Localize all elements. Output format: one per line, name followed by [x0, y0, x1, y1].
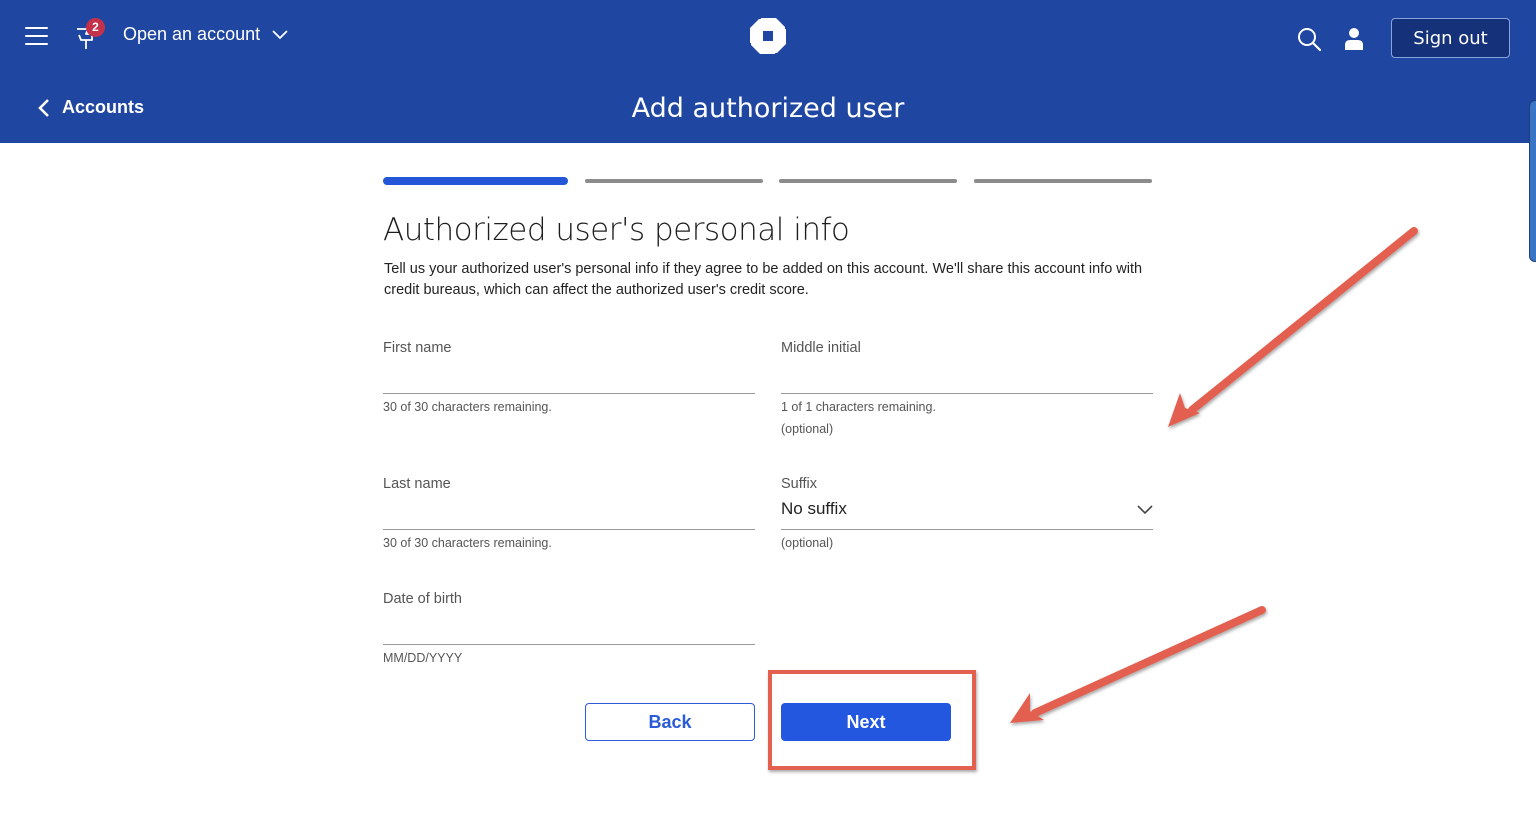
middle-initial-input[interactable] — [781, 365, 1153, 393]
suffix-select[interactable]: No suffix — [781, 496, 1153, 528]
first-name-label: First name — [383, 340, 452, 356]
person-icon[interactable] — [1343, 27, 1365, 51]
middle-initial-underline — [781, 393, 1153, 394]
date-of-birth-format-hint: MM/DD/YYYY — [383, 651, 463, 665]
first-name-input[interactable] — [383, 365, 755, 393]
middle-initial-label: Middle initial — [781, 340, 861, 356]
suffix-underline — [781, 529, 1153, 530]
open-account-label: Open an account — [123, 24, 261, 44]
annotation-arrow-upper — [1168, 227, 1418, 427]
progress-step-2 — [585, 179, 763, 183]
last-name-char-count: 30 of 30 characters remaining. — [383, 536, 552, 550]
middle-initial-field: Middle initial 1 of 1 characters remaini… — [781, 340, 1153, 440]
middle-initial-char-count: 1 of 1 characters remaining. — [781, 400, 936, 414]
date-of-birth-input[interactable] — [383, 616, 755, 644]
back-button[interactable]: Back — [585, 703, 755, 741]
date-of-birth-field: Date of birth MM/DD/YYYY — [383, 591, 755, 671]
chevron-down-icon — [1137, 505, 1153, 515]
sign-out-button[interactable]: Sign out — [1391, 18, 1510, 58]
progress-step-3 — [779, 179, 957, 183]
first-name-field: First name 30 of 30 characters remaining… — [383, 340, 755, 420]
chevron-down-icon — [272, 29, 288, 39]
suffix-selected-value: No suffix — [781, 499, 847, 518]
progress-step-4 — [974, 179, 1152, 183]
notification-badge: 2 — [86, 18, 105, 37]
first-name-char-count: 30 of 30 characters remaining. — [383, 400, 552, 414]
progress-step-1 — [383, 177, 568, 185]
last-name-input[interactable] — [383, 501, 755, 529]
suffix-label: Suffix — [781, 476, 818, 492]
side-feedback-tab[interactable] — [1529, 100, 1536, 262]
form-title: Authorized user's personal info — [383, 212, 850, 248]
suffix-field: Suffix No suffix (optional) — [781, 476, 1153, 556]
last-name-field: Last name 30 of 30 characters remaining. — [383, 476, 755, 556]
suffix-optional: (optional) — [781, 536, 834, 550]
step-progress-bar — [383, 177, 1153, 185]
open-account-dropdown[interactable]: Open an account — [123, 24, 288, 45]
page-title: Add authorized user — [631, 93, 905, 124]
annotation-arrow-lower — [1010, 606, 1266, 723]
last-name-label: Last name — [383, 476, 451, 492]
top-header: 2 Open an account Sign out Accounts Add … — [0, 0, 1536, 143]
last-name-underline — [383, 529, 755, 530]
date-of-birth-underline — [383, 644, 755, 645]
date-of-birth-label: Date of birth — [383, 591, 462, 607]
annotation-highlight-box — [768, 670, 976, 770]
middle-initial-optional: (optional) — [781, 422, 834, 436]
form-description: Tell us your authorized user's personal … — [384, 261, 1143, 298]
hamburger-menu-icon[interactable] — [25, 26, 48, 46]
search-icon[interactable] — [1297, 27, 1321, 51]
first-name-underline — [383, 393, 755, 394]
chase-logo[interactable] — [749, 17, 787, 55]
